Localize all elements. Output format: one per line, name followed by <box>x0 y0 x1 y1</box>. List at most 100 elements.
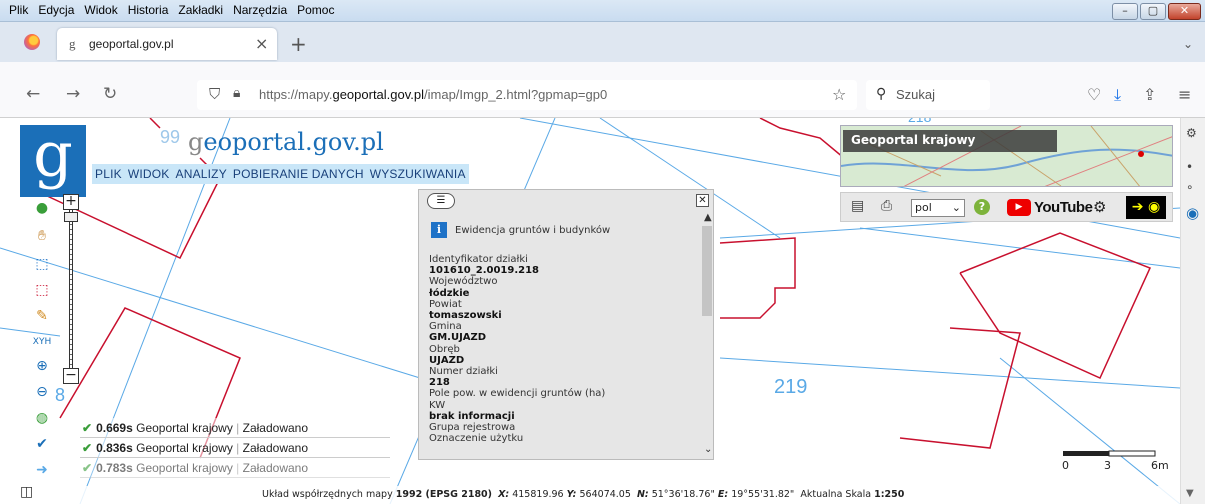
zoom-plus-button[interactable]: + <box>63 194 79 210</box>
geoportal-toolstrip: ▤ ⎙ pol ⌄ ? ▶ YouTube ⚙ ➔ ◉ <box>840 192 1173 222</box>
geoportal-main-menu: PLIK WIDOK ANALIZY POBIERANIE DANYCH WYS… <box>92 164 469 184</box>
bookmark-star-icon[interactable]: ☆ <box>832 85 846 104</box>
next-arrow-icon[interactable]: ➜ <box>28 458 56 482</box>
check-icon: ✔ <box>82 421 93 435</box>
popup-close-icon[interactable]: ✕ <box>696 194 709 207</box>
close-window-button[interactable]: ✕ <box>1168 3 1201 20</box>
download-icon[interactable]: ⤓ <box>1114 85 1121 105</box>
status-line: Układ współrzędnych mapy 1992 (EPSG 2180… <box>0 486 1180 504</box>
globe-icon[interactable]: ◍ <box>28 406 56 430</box>
info-tool-icon[interactable]: ● <box>28 196 56 220</box>
field-label: Numer działki <box>429 366 498 378</box>
select-box-icon[interactable]: ⬚ <box>28 252 56 276</box>
scale-bar-start: 0 <box>1062 459 1069 472</box>
high-contrast-eye-icon[interactable]: ➔ ◉ <box>1126 196 1166 219</box>
legend-icon[interactable]: ▤ <box>851 198 864 214</box>
maximize-button[interactable]: ▢ <box>1140 3 1166 20</box>
firefox-icon[interactable] <box>24 34 40 50</box>
tab-close-icon[interactable]: × <box>255 34 268 53</box>
check-icon: ✔ <box>82 441 93 455</box>
shield-icon[interactable]: ⛉ <box>209 85 220 103</box>
chevron-down-icon: ⌄ <box>951 201 961 214</box>
link-icon[interactable]: ∘ <box>1186 180 1194 194</box>
tab-geoportal[interactable]: g geoportal.gov.pl × <box>57 28 277 60</box>
geoportal-title: geoportal.gov.pl <box>188 128 384 156</box>
menu-widok-geo[interactable]: WIDOK <box>125 164 173 184</box>
geoportal-page: 219 218 99 8 g geoportal.gov.pl PLIK WID… <box>0 118 1205 504</box>
zoom-out-icon[interactable]: ⊖ <box>28 380 56 404</box>
settings-gear-icon[interactable]: ⚙ <box>1186 126 1197 140</box>
info-icon: i <box>431 222 447 238</box>
accessibility-icon[interactable]: ⚙ <box>1093 198 1106 216</box>
xyh-coordinates-icon[interactable]: XYH <box>28 330 56 354</box>
select-red-box-icon[interactable]: ⬚ <box>28 278 56 302</box>
pan-hand-icon[interactable]: ✋︎ <box>28 224 56 248</box>
field-value: brak informacji <box>429 410 515 422</box>
menu-narzedzia[interactable]: Narzędzia <box>228 3 292 17</box>
feature-info-popup: ☰ ✕ ▲ ⌄ i Ewidencja gruntów i budynków I… <box>418 189 714 460</box>
field-label: Oznaczenie użytku <box>429 433 524 445</box>
minimize-button[interactable]: – <box>1112 3 1138 20</box>
scroll-down-icon[interactable]: ⌄ <box>704 444 712 455</box>
pocket-icon[interactable]: ♡ <box>1087 85 1101 104</box>
menu-pomoc[interactable]: Pomoc <box>292 3 339 17</box>
coordinates-readout: Układ współrzędnych mapy 1992 (EPSG 2180… <box>262 489 905 500</box>
lock-icon[interactable]: 🔒︎ <box>233 85 240 101</box>
parcel-number-left-top: 99 <box>160 127 180 147</box>
share-icon[interactable]: ⇪ <box>1143 85 1156 104</box>
menu-analizy[interactable]: ANALIZY <box>173 164 230 184</box>
search-bar[interactable]: ⚲ Szukaj <box>866 80 990 110</box>
field-value: łódzkie <box>429 287 470 299</box>
print-icon[interactable]: ⎙ <box>881 198 892 214</box>
scale-bar-end: 6m <box>1151 459 1169 472</box>
zoom-in-icon[interactable]: ⊕ <box>28 354 56 378</box>
geoportal-logo[interactable]: g <box>20 124 86 197</box>
menu-widok[interactable]: Widok <box>79 3 122 17</box>
menu-wyszukiwania[interactable]: WYSZUKIWANIA <box>367 164 469 184</box>
zoom-minus-button[interactable]: − <box>63 368 79 384</box>
search-placeholder: Szukaj <box>896 87 936 102</box>
overview-map-thumbnail[interactable]: Geoportal krajowy <box>840 125 1173 187</box>
url-bar[interactable]: ⛉ 🔒︎ https://mapy.geoportal.gov.pl/imap/… <box>197 80 857 110</box>
layer-load-log: ✔ 0.669s Geoportal krajowy | Załadowano ✔… <box>80 418 390 478</box>
menu-pobieranie-danych[interactable]: POBIERANIE DANYCH <box>230 164 367 184</box>
scroll-down-arrow-icon[interactable]: ▼ <box>1186 488 1194 499</box>
field-label: Identyfikator działki <box>429 254 528 265</box>
dot-icon[interactable]: • <box>1186 160 1193 174</box>
new-tab-button[interactable]: + <box>290 32 307 56</box>
youtube-play-icon: ▶ <box>1007 199 1031 216</box>
field-value: UJAZD <box>429 354 465 366</box>
load-log-row: ✔ 0.836s Geoportal krajowy | Załadowano <box>80 438 390 458</box>
scroll-up-icon[interactable]: ▲ <box>704 212 712 223</box>
youtube-link[interactable]: ▶ YouTube <box>1007 199 1093 216</box>
zoom-slider-thumb[interactable] <box>64 212 78 222</box>
zoom-slider-track[interactable] <box>69 210 73 368</box>
menu-plik-geo[interactable]: PLIK <box>92 164 125 184</box>
field-value: GM.UJAZD <box>429 332 487 344</box>
eye-icon[interactable]: ◉ <box>1186 204 1199 222</box>
back-arrow-icon[interactable]: ← <box>26 84 40 104</box>
scale-bar-mid: 3 <box>1104 459 1111 472</box>
geoportal-favicon-icon: g <box>69 36 76 51</box>
language-select[interactable]: pol ⌄ <box>911 199 965 217</box>
popup-scrollbar-thumb[interactable] <box>702 226 712 316</box>
popup-menu-icon[interactable]: ☰ <box>427 193 455 209</box>
measure-tool-icon[interactable]: ◫ <box>20 484 33 500</box>
help-button[interactable]: ? <box>974 199 990 215</box>
url-text[interactable]: https://mapy.geoportal.gov.pl/imap/Imgp_… <box>259 87 607 102</box>
hamburger-menu-icon[interactable]: ≡ <box>1178 85 1191 104</box>
reload-icon[interactable]: ↻ <box>103 84 117 104</box>
menu-edycja[interactable]: Edycja <box>33 3 79 17</box>
menu-plik[interactable]: Plik <box>4 3 33 17</box>
menu-zakladki[interactable]: Zakładki <box>173 3 228 17</box>
check-icon[interactable]: ✔ <box>28 432 56 456</box>
popup-field-list: Identyfikator działki 101610_2.0019.218 … <box>429 254 699 456</box>
parcel-number-left-bottom: 8 <box>55 385 65 405</box>
field-label: Gmina <box>429 321 462 333</box>
menu-historia[interactable]: Historia <box>123 3 174 17</box>
pencil-icon[interactable]: ✎ <box>28 304 56 328</box>
forward-arrow-icon[interactable]: → <box>66 84 80 104</box>
menu-bar: Plik Edycja Widok Historia Zakładki Narz… <box>4 3 339 17</box>
tab-list-chevron-icon[interactable]: ⌄ <box>1183 37 1193 51</box>
scale-bar: 0 3 6m <box>1062 448 1169 478</box>
